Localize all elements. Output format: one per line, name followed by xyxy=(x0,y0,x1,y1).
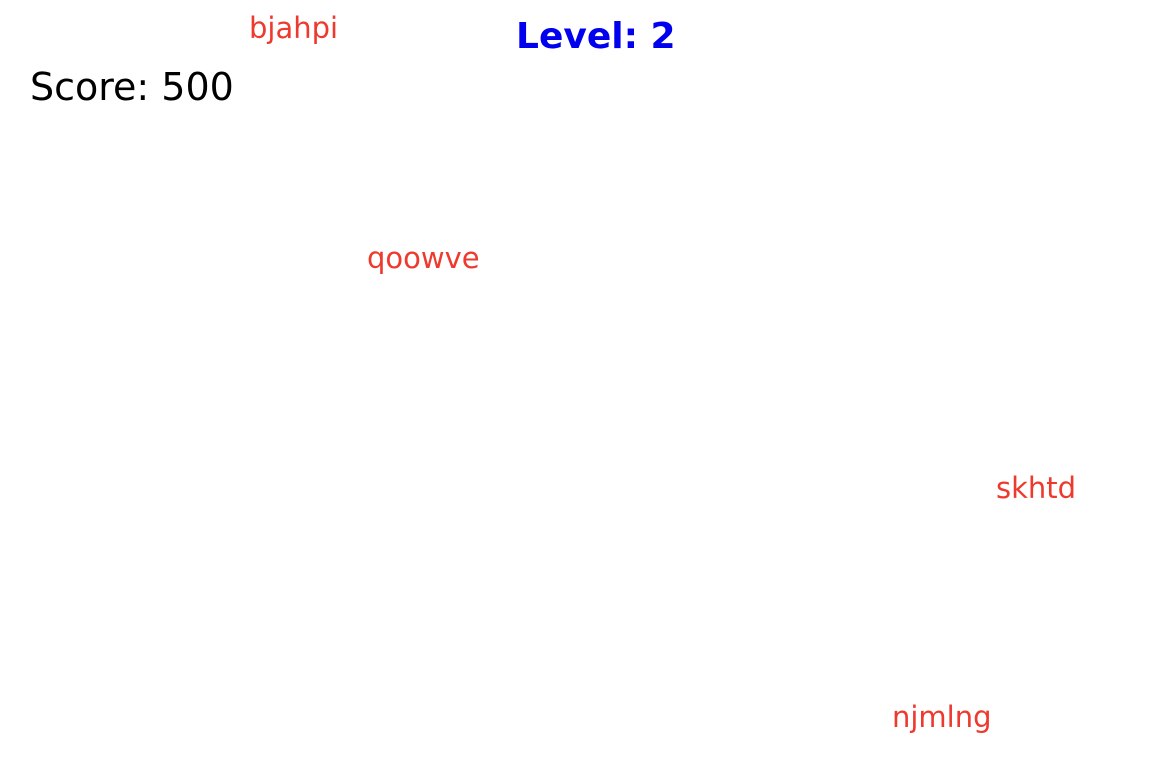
game-canvas: Score: 500 Level: 2 bjahpi qoowve skhtd … xyxy=(0,0,1171,772)
falling-word: bjahpi xyxy=(249,11,339,45)
falling-word: njmlng xyxy=(892,700,992,734)
level-display: Level: 2 xyxy=(516,16,676,57)
falling-word: qoowve xyxy=(367,241,480,275)
score-display: Score: 500 xyxy=(30,65,234,109)
falling-word: skhtd xyxy=(996,471,1077,505)
